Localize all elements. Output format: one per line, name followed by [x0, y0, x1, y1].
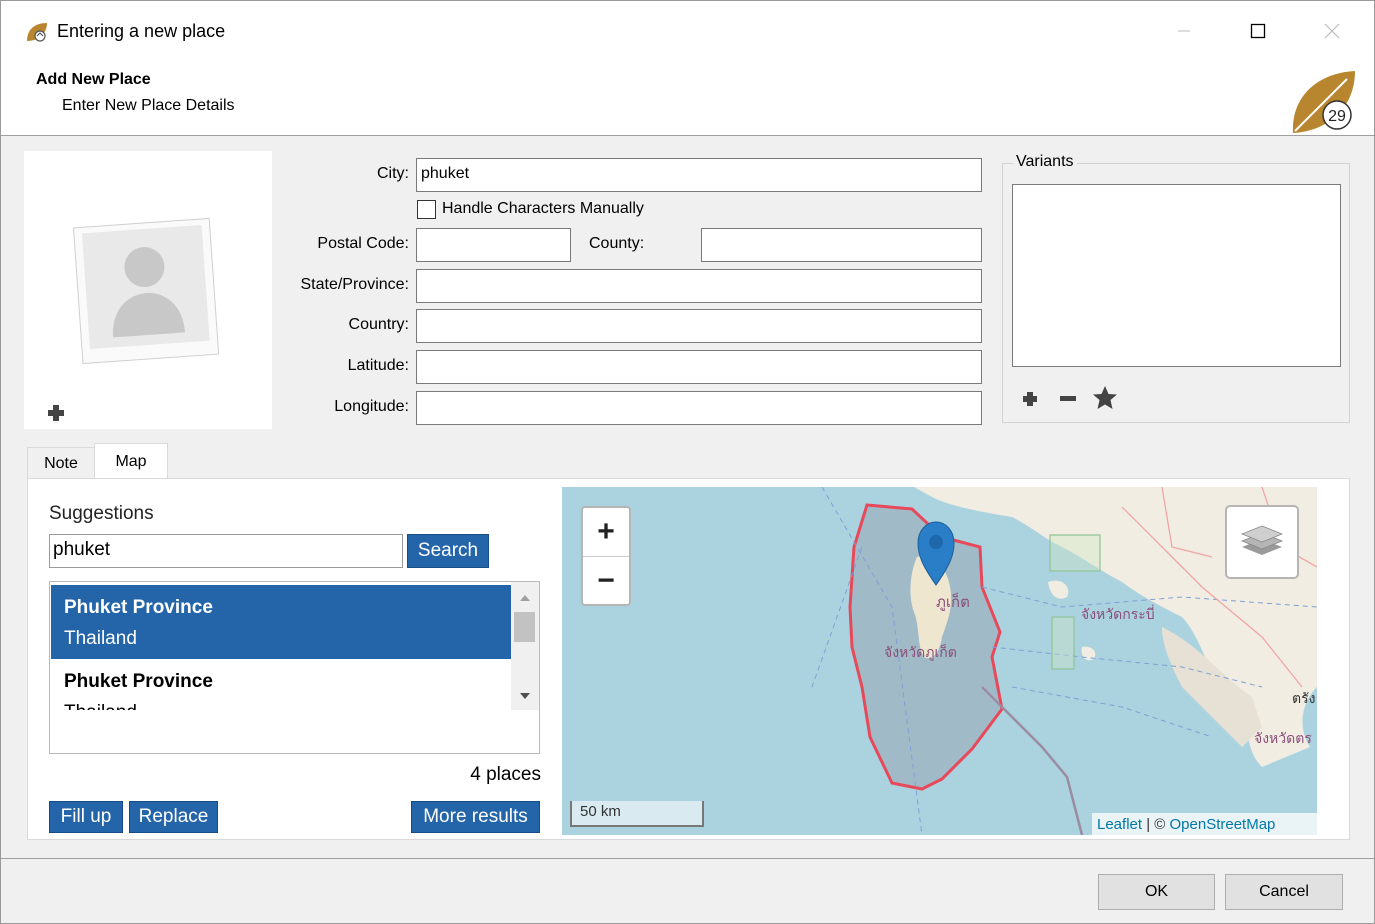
list-item[interactable]: Phuket Province Thailand [51, 585, 512, 659]
state-province-label: State/Province: [300, 276, 410, 293]
suggestions-scrollbar[interactable] [511, 582, 539, 710]
places-count: 4 places [470, 764, 541, 785]
latitude-input[interactable] [416, 350, 982, 384]
result-country: Thailand [64, 628, 137, 649]
dialog-window: Entering a new place Add New Place Enter… [0, 0, 1375, 924]
app-logo: 29 [1292, 71, 1355, 133]
header-title: Add New Place [36, 71, 151, 88]
tab-note[interactable]: Note [27, 447, 95, 479]
map-zoom-control: + − [581, 506, 631, 606]
map-label-trang: ตรัง [1292, 691, 1315, 707]
title-bar: Entering a new place [1, 1, 1374, 63]
list-blank [50, 710, 539, 753]
postal-code-input[interactable] [416, 228, 571, 262]
more-results-button[interactable]: More results [411, 801, 540, 833]
map-label-phuket-province: จังหวัดภูเก็ต [884, 643, 957, 661]
replace-button[interactable]: Replace [129, 801, 218, 833]
map-label-phuket-town: ภูเก็ต [936, 592, 970, 611]
maximize-icon [1250, 23, 1266, 39]
fill-up-button[interactable]: Fill up [49, 801, 123, 833]
svg-text:29: 29 [1328, 108, 1346, 125]
handle-characters-checkbox[interactable] [417, 200, 436, 219]
zoom-out-button[interactable]: − [583, 557, 629, 605]
suggestions-title: Suggestions [49, 503, 154, 524]
add-photo-icon[interactable] [46, 403, 66, 423]
maximize-button[interactable] [1235, 15, 1281, 47]
state-province-input[interactable] [416, 269, 982, 303]
footer-separator [1, 858, 1374, 859]
scroll-down-icon[interactable] [520, 692, 530, 700]
photo-placeholder-icon [72, 217, 220, 365]
remove-variant-icon[interactable] [1059, 390, 1077, 408]
minimize-button[interactable] [1161, 15, 1207, 47]
suggestions-search-input[interactable]: phuket [49, 534, 403, 568]
dialog-header: Add New Place Enter New Place Details 29 [1, 63, 1374, 136]
map-label-krabi-province: จังหวัดกระบี่ [1081, 605, 1155, 623]
app-leaf-icon [27, 23, 47, 42]
city-label: City: [377, 165, 409, 182]
scroll-thumb[interactable] [514, 612, 535, 642]
country-label: Country: [348, 316, 409, 333]
search-button[interactable]: Search [407, 534, 489, 568]
ok-button[interactable]: OK [1098, 874, 1215, 910]
layers-icon [1240, 525, 1284, 555]
openstreetmap-link[interactable]: OpenStreetMap [1170, 816, 1276, 833]
result-name: Phuket Province [64, 671, 213, 692]
longitude-label: Longitude: [334, 398, 409, 415]
star-variant-icon[interactable] [1092, 385, 1118, 411]
map-view[interactable]: ภูเก็ต จังหวัดภูเก็ต จังหวัดกระบี่ ตรัง … [562, 487, 1317, 835]
county-label: County: [589, 235, 645, 252]
cancel-button[interactable]: Cancel [1225, 874, 1343, 910]
window-title: Entering a new place [57, 21, 226, 41]
county-input[interactable] [701, 228, 982, 262]
header-subtitle: Enter New Place Details [62, 97, 235, 114]
country-input[interactable] [416, 309, 982, 343]
handle-characters-label: Handle Characters Manually [442, 200, 644, 217]
map-tiles: ภูเก็ต จังหวัดภูเก็ต จังหวัดกระบี่ ตรัง … [811, 487, 1317, 835]
map-scale-bar: 50 km [570, 801, 704, 827]
close-icon [1324, 23, 1340, 39]
attribution-separator: | © [1142, 816, 1170, 833]
longitude-input[interactable] [416, 391, 982, 425]
zoom-in-button[interactable]: + [583, 508, 629, 557]
postal-code-label: Postal Code: [317, 235, 409, 252]
map-label-trang-province: จังหวัดตร [1254, 731, 1312, 747]
city-input[interactable]: phuket [416, 158, 982, 192]
close-button[interactable] [1309, 15, 1355, 47]
photo-panel[interactable] [24, 151, 272, 429]
result-name: Phuket Province [64, 597, 213, 618]
leaflet-link[interactable]: Leaflet [1097, 816, 1142, 833]
tab-map[interactable]: Map [94, 443, 168, 480]
map-layers-button[interactable] [1225, 505, 1299, 579]
add-variant-icon[interactable] [1021, 390, 1039, 408]
minimize-icon [1178, 30, 1190, 32]
map-attribution: Leaflet | © OpenStreetMap [1092, 813, 1317, 835]
variants-title: Variants [1013, 153, 1077, 171]
scroll-up-icon[interactable] [520, 594, 530, 602]
suggestions-list: Phuket Province Thailand Phuket Province… [49, 581, 540, 754]
variants-list[interactable] [1012, 184, 1341, 367]
latitude-label: Latitude: [347, 357, 409, 374]
